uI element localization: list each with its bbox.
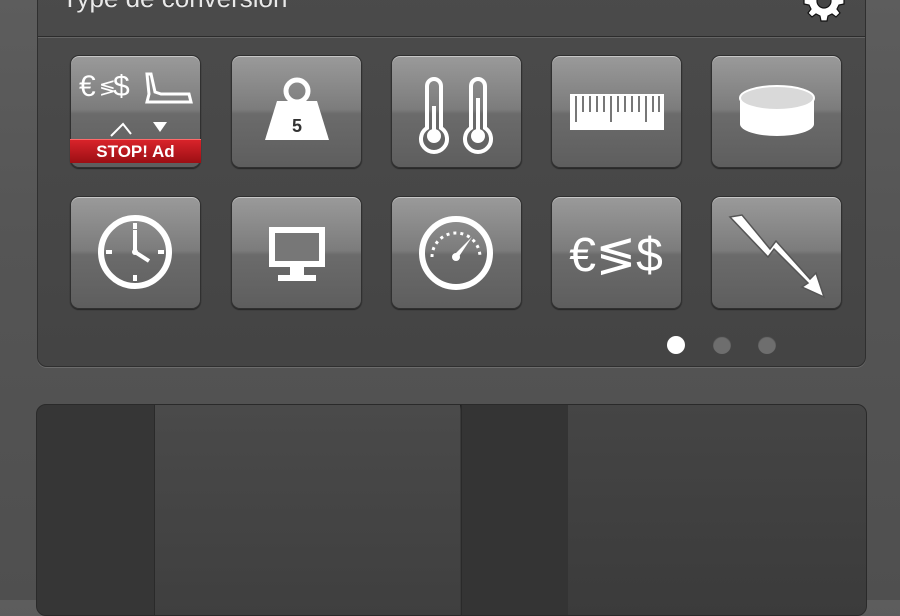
speedometer-icon xyxy=(419,216,493,290)
to-unit-column[interactable] xyxy=(568,405,866,615)
panel-header: Type de conversion xyxy=(38,0,865,37)
conversion-picker xyxy=(36,404,867,616)
page-dot-2[interactable] xyxy=(713,336,731,354)
time-tile[interactable] xyxy=(70,196,201,309)
currency-icon: €≶$ xyxy=(569,229,663,282)
electricity-tile[interactable] xyxy=(711,196,842,309)
monitor-icon xyxy=(269,227,325,281)
weight-tile[interactable]: 5 xyxy=(231,55,362,168)
from-unit-column[interactable] xyxy=(155,405,460,615)
volume-tile[interactable] xyxy=(711,55,842,168)
promo-tile[interactable]: € ≶ $ STOP! Ad xyxy=(70,55,201,168)
speed-tile[interactable] xyxy=(391,196,522,309)
weight-label: 5 xyxy=(292,116,302,136)
clock-icon xyxy=(98,215,172,289)
svg-text:$: $ xyxy=(113,70,130,103)
panel-title: Type de conversion xyxy=(62,0,287,14)
length-tile[interactable] xyxy=(551,55,682,168)
stop-ad-badge[interactable]: STOP! Ad xyxy=(70,139,201,163)
svg-text:€: € xyxy=(79,70,96,103)
lightning-icon xyxy=(728,214,826,299)
computer-tile[interactable] xyxy=(231,196,362,309)
page-dot-1[interactable] xyxy=(667,336,685,354)
from-value-column[interactable] xyxy=(37,405,155,615)
gear-icon[interactable] xyxy=(801,0,847,25)
currency-tile[interactable]: €≶$ xyxy=(551,196,682,309)
page-dot-3[interactable] xyxy=(758,336,776,354)
weight-icon: 5 xyxy=(265,77,329,140)
temperature-tile[interactable] xyxy=(391,55,522,168)
ruler-icon xyxy=(570,94,664,130)
cylinder-icon xyxy=(739,85,815,136)
to-value-column[interactable] xyxy=(461,405,569,615)
thermometer-icon xyxy=(419,77,493,154)
currency-symbols: €≶$ xyxy=(569,229,663,282)
